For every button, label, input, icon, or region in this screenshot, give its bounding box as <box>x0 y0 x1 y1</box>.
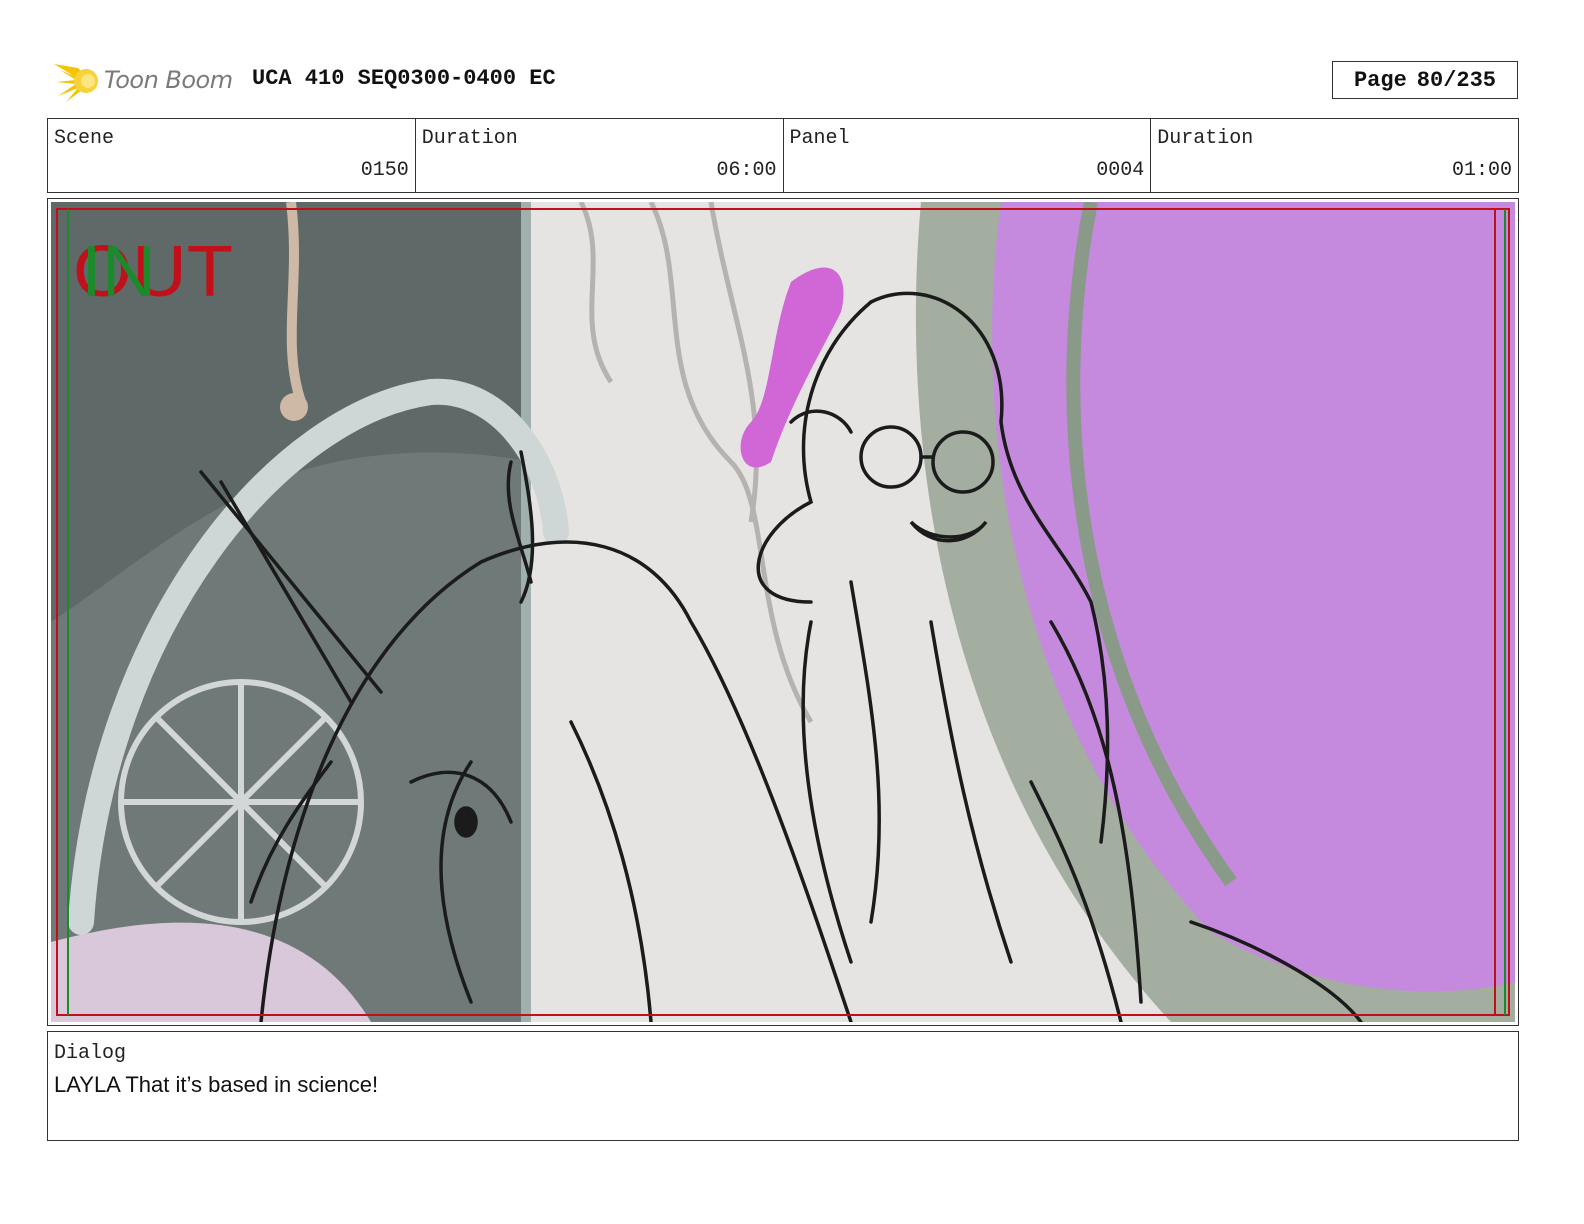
panel-duration-cell: Duration 01:00 <box>1151 119 1518 192</box>
dialog-text: LAYLA That it’s based in science! <box>54 1072 379 1097</box>
panel-artwork: OUT IN <box>51 202 1515 1022</box>
panel-duration-value: 01:00 <box>1451 159 1512 182</box>
dialog-label: Dialog <box>54 1042 127 1065</box>
storyboard-panel: OUT IN <box>47 198 1519 1026</box>
page-number: 80/235 <box>1416 67 1497 93</box>
panel-value: 0004 <box>1096 159 1145 182</box>
scene-duration-label: Duration <box>421 127 518 150</box>
scene-label: Scene <box>54 127 115 150</box>
in-label: IN <box>81 232 156 312</box>
page-label: Page <box>1353 67 1407 93</box>
page-indicator: Page 80/235 <box>1332 61 1518 99</box>
page-header: Toon Boom UCA 410 SEQ0300-0400 EC Page 8… <box>52 56 1534 106</box>
logo-text: Toon Boom <box>104 66 233 94</box>
scene-duration-value: 06:00 <box>716 159 777 182</box>
scene-duration-cell: Duration 06:00 <box>416 119 784 192</box>
panel-cell: Panel 0004 <box>784 119 1152 192</box>
panel-info-bar: Scene 0150 Duration 06:00 Panel 0004 Dur… <box>47 118 1519 193</box>
panel-label: Panel <box>789 127 850 150</box>
toon-boom-logo: Toon Boom <box>52 56 242 106</box>
panel-duration-label: Duration <box>1157 127 1254 150</box>
scene-cell: Scene 0150 <box>48 119 416 192</box>
dialog-box: Dialog LAYLA That it’s based in science! <box>47 1031 1519 1141</box>
toon-boom-starburst-icon <box>54 58 98 102</box>
project-title: UCA 410 SEQ0300-0400 EC <box>252 66 556 91</box>
scene-value: 0150 <box>360 159 409 182</box>
